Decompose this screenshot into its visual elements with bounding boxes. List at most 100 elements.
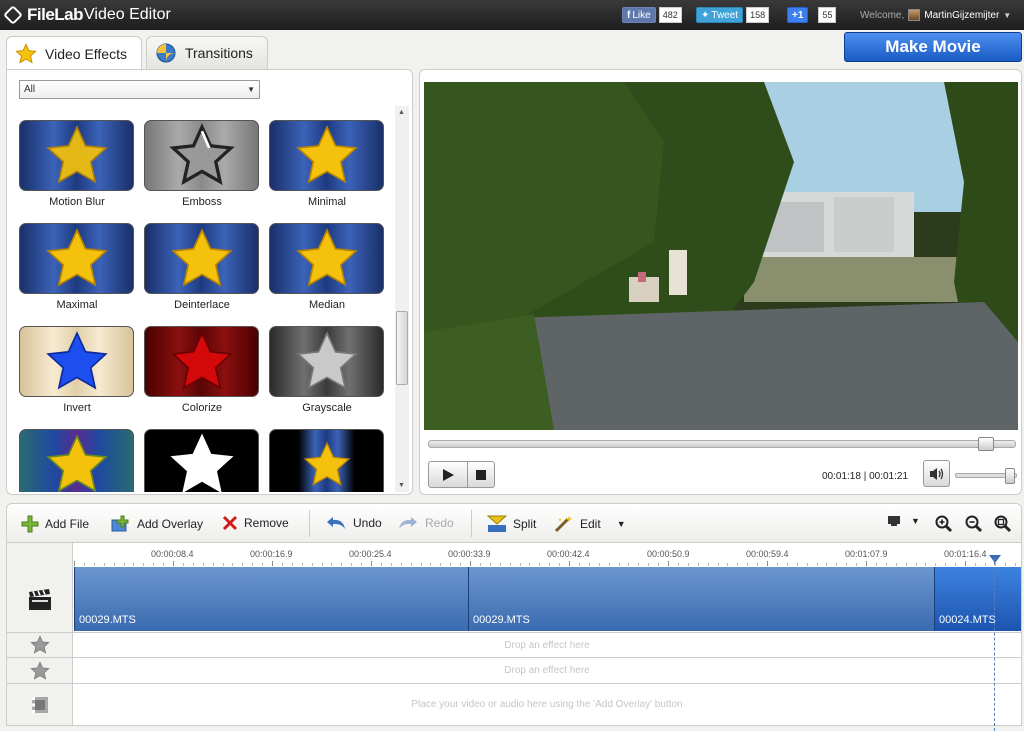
tweet-button[interactable]: ✦ Tweet xyxy=(696,7,744,23)
effects-scrollbar[interactable]: ▲ ▼ xyxy=(395,106,409,492)
view-mode-chevron-down-icon[interactable]: ▼ xyxy=(911,516,920,526)
view-mode-button[interactable]: ▼ xyxy=(887,515,920,527)
volume-slider[interactable] xyxy=(955,468,1017,484)
google-plus-one[interactable]: +1 55 xyxy=(787,7,837,23)
volume-handle[interactable] xyxy=(1005,468,1016,484)
chevron-down-icon: ▼ xyxy=(247,85,255,94)
ruler-tick-mark xyxy=(262,563,264,566)
scrollbar-thumb[interactable] xyxy=(396,311,408,385)
star-icon xyxy=(45,330,108,389)
effect-motion-blur[interactable]: Motion Blur xyxy=(19,120,135,214)
user-name[interactable]: MartinGijzemijter xyxy=(924,10,999,21)
toolbar-divider xyxy=(471,510,472,537)
effect-emboss[interactable]: Emboss xyxy=(144,120,260,214)
ruler-tick-mark xyxy=(598,563,600,566)
timeline-ruler[interactable]: 00:00:08.4 00:00:16.9 00:00:25.4 00:00:3… xyxy=(6,543,1022,567)
playhead-marker[interactable] xyxy=(989,555,1001,563)
effect-grayscale[interactable]: Grayscale xyxy=(269,326,385,420)
video-preview-panel: 00:01:18 | 00:01:21 xyxy=(419,69,1022,495)
zoom-fit-button[interactable] xyxy=(994,515,1012,533)
effect-threshold[interactable] xyxy=(144,429,260,492)
volume-button[interactable] xyxy=(923,460,950,487)
edit-button[interactable]: Edit ▼ xyxy=(554,515,626,533)
video-track: 00029.MTS 00029.MTS 00024.MTS xyxy=(6,567,1022,633)
ruler-tick-mark xyxy=(747,563,749,566)
ruler-tick-mark xyxy=(361,563,363,566)
tab-video-effects[interactable]: Video Effects xyxy=(6,36,142,70)
plus-one-button[interactable]: +1 xyxy=(787,7,809,23)
ruler-tick-mark xyxy=(311,563,313,566)
effect-maximal[interactable]: Maximal xyxy=(19,223,135,317)
ruler-tick-mark xyxy=(192,563,194,566)
effects-filter-value: All xyxy=(24,84,36,95)
effect-posterize[interactable] xyxy=(19,429,135,492)
effect-label: Minimal xyxy=(308,196,346,208)
timeline-clip[interactable]: 00029.MTS xyxy=(468,567,934,631)
ruler-tick-mark xyxy=(93,563,95,566)
ruler-tick-mark xyxy=(182,563,184,566)
effect-invert[interactable]: Invert xyxy=(19,326,135,420)
effect-median[interactable]: Median xyxy=(269,223,385,317)
effect-track-2[interactable]: Drop an effect here xyxy=(6,658,1022,684)
seek-handle[interactable] xyxy=(978,437,995,451)
effect-thumbnail xyxy=(144,429,259,492)
effect-deinterlace[interactable]: Deinterlace xyxy=(144,223,260,317)
user-menu-caret-icon[interactable]: ▼ xyxy=(1003,11,1011,20)
redo-button[interactable]: Redo xyxy=(397,515,454,531)
effect-vignette[interactable] xyxy=(269,429,385,492)
star-outline-icon xyxy=(29,660,50,680)
tweet-label: Tweet xyxy=(711,9,739,21)
effect-colorize[interactable]: Colorize xyxy=(144,326,260,420)
timeline-clip-selected[interactable]: 00024.MTS xyxy=(934,567,1021,631)
remove-button[interactable]: Remove xyxy=(222,515,289,531)
video-frame[interactable] xyxy=(424,82,1018,430)
ruler-tick-mark xyxy=(390,563,392,566)
add-file-button[interactable]: Add File xyxy=(21,515,89,533)
ruler-tick-mark xyxy=(1014,563,1016,566)
ruler-tick-mark xyxy=(915,563,917,566)
facebook-like[interactable]: f Like 482 xyxy=(622,7,682,23)
timeline-clip[interactable]: 00029.MTS xyxy=(74,567,468,631)
undo-button[interactable]: Undo xyxy=(325,515,382,531)
ruler-tick-mark xyxy=(687,563,689,566)
facebook-like-label: Like xyxy=(632,9,651,21)
scroll-up-icon[interactable]: ▲ xyxy=(398,109,405,116)
edit-menu-chevron-down-icon[interactable]: ▼ xyxy=(617,519,626,529)
split-button[interactable]: Split xyxy=(487,515,536,533)
make-movie-button[interactable]: Make Movie xyxy=(844,32,1022,62)
ruler-tick-mark xyxy=(826,563,828,566)
video-frame-image xyxy=(424,82,1018,430)
zoom-out-button[interactable] xyxy=(965,515,983,533)
facebook-like-button[interactable]: f Like xyxy=(622,7,656,23)
effect-minimal[interactable]: Minimal xyxy=(269,120,385,214)
effect-label: Grayscale xyxy=(302,402,352,414)
effect-track-1[interactable]: Drop an effect here xyxy=(6,633,1022,658)
add-overlay-button[interactable]: Add Overlay xyxy=(111,515,203,533)
ruler-tick-mark xyxy=(658,563,660,566)
ruler-tick-mark xyxy=(549,563,551,566)
video-seek-bar[interactable] xyxy=(428,437,1016,451)
twitter-tweet[interactable]: ✦ Tweet 158 xyxy=(696,7,770,23)
ruler-tick-mark xyxy=(212,563,214,566)
ruler-tick-mark xyxy=(519,563,521,566)
ruler-tick-label: 00:00:25.4 xyxy=(349,549,392,559)
stop-button[interactable] xyxy=(467,461,495,488)
ruler-tick-mark xyxy=(400,563,402,566)
ruler-tick-mark xyxy=(420,563,422,566)
effects-tabs: Video Effects Transitions xyxy=(6,36,268,70)
play-button[interactable] xyxy=(428,461,468,488)
tab-transitions[interactable]: Transitions xyxy=(145,36,268,69)
ruler-tick-mark xyxy=(608,563,610,566)
star-icon xyxy=(15,42,37,65)
ruler-tick-mark xyxy=(440,563,442,566)
filelab-logo[interactable]: FileLab xyxy=(3,5,84,25)
effects-filter-select[interactable]: All ▼ xyxy=(19,80,260,99)
tab-transitions-label: Transitions xyxy=(184,45,253,61)
avatar xyxy=(908,9,921,21)
ruler-tick-mark xyxy=(460,563,462,566)
scroll-down-icon[interactable]: ▼ xyxy=(398,482,405,489)
ruler-tick-mark xyxy=(103,563,105,566)
zoom-in-button[interactable] xyxy=(935,515,953,533)
ruler-tick-mark xyxy=(767,561,768,566)
overlay-track[interactable]: Place your video or audio here using the… xyxy=(6,684,1022,726)
